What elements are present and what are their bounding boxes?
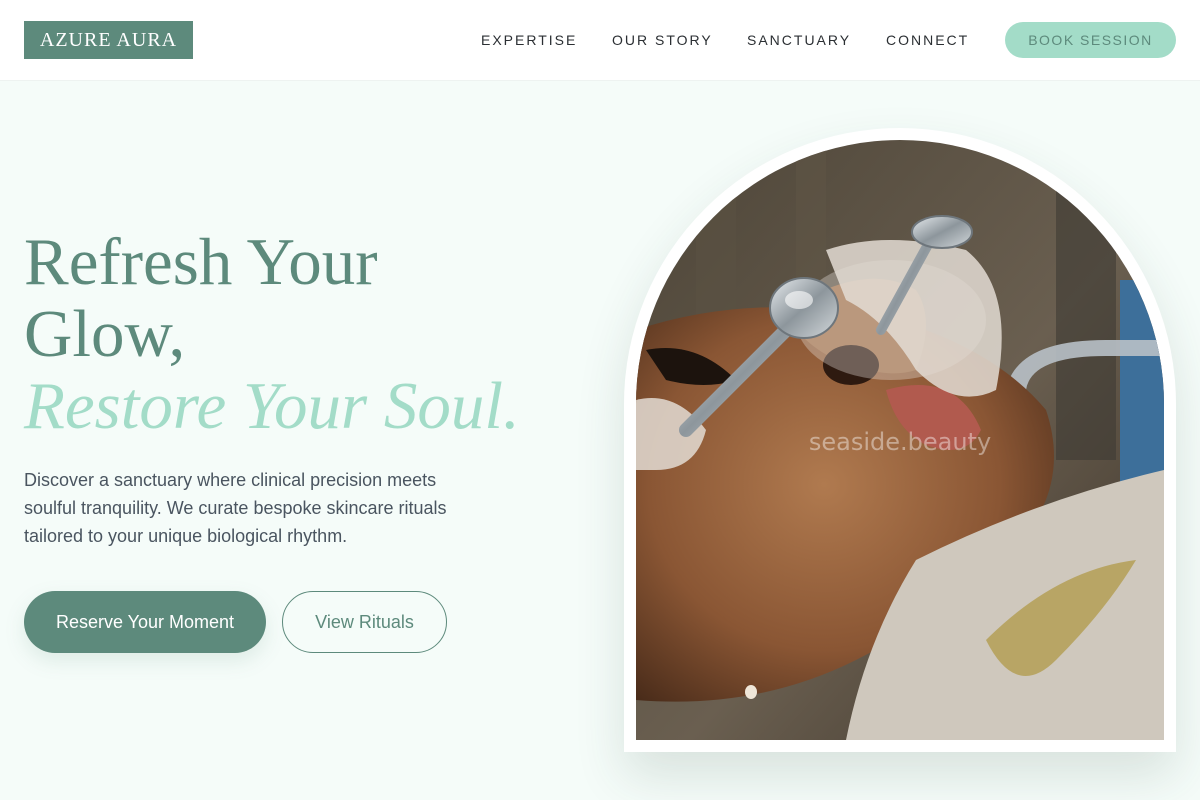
nav-link-expertise[interactable]: EXPERTISE [481, 31, 577, 49]
nav-link-our-story[interactable]: OUR STORY [612, 31, 713, 49]
view-rituals-button[interactable]: View Rituals [282, 591, 447, 653]
hero-image-frame: seaside.beauty [624, 128, 1176, 752]
hero-description: Discover a sanctuary where clinical prec… [24, 470, 447, 546]
facial-treatment-photo: seaside.beauty [636, 140, 1164, 740]
nav-link-connect[interactable]: CONNECT [886, 31, 969, 49]
hero-title-line-2: Glow, [24, 297, 186, 371]
hero-title-line-1: Refresh Your [24, 225, 378, 299]
nav-link-sanctuary[interactable]: SANCTUARY [747, 31, 851, 49]
hero-title-accent: Restore Your Soul. [24, 369, 520, 443]
hero-title: Refresh Your Glow, Restore Your Soul. [24, 226, 604, 442]
reserve-moment-button[interactable]: Reserve Your Moment [24, 591, 266, 653]
book-session-button[interactable]: BOOK SESSION [1005, 22, 1176, 58]
site-header: AZURE AURA EXPERTISE OUR STORY SANCTUARY… [0, 0, 1200, 81]
brand-logo[interactable]: AZURE AURA [24, 21, 193, 59]
image-watermark: seaside.beauty [808, 428, 992, 456]
